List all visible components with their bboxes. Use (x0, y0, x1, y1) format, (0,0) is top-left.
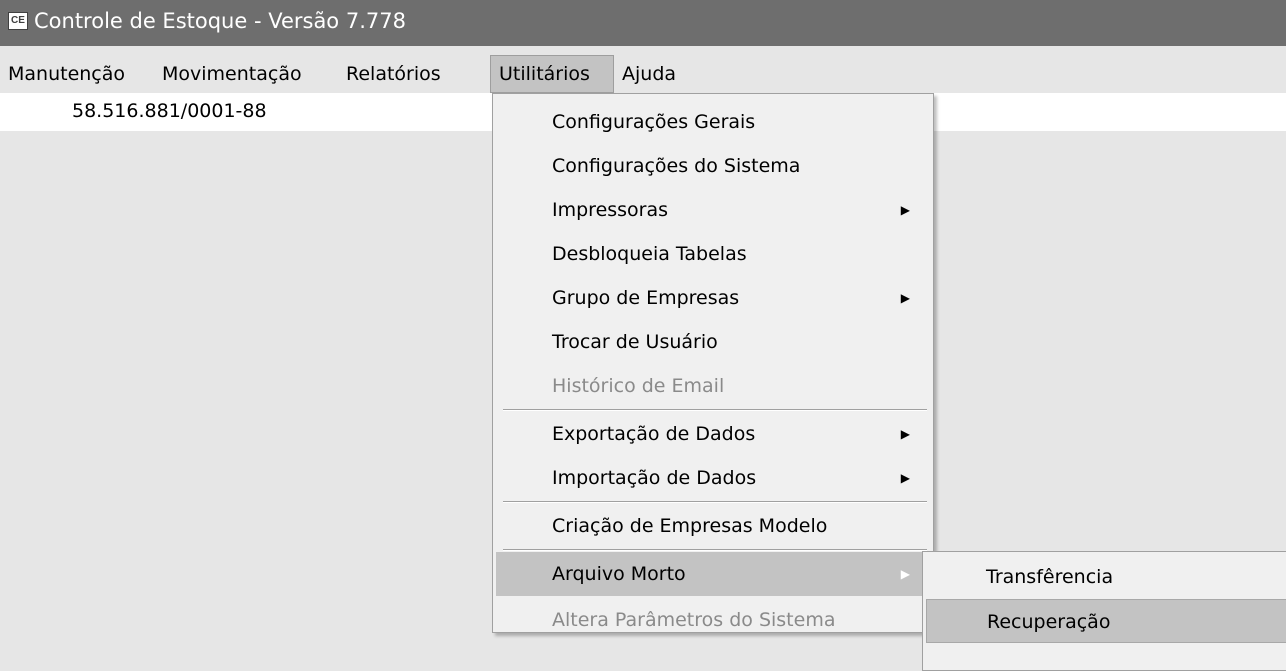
submenu-arrow-icon: ▶ (900, 471, 910, 485)
menu-item-label: Arquivo Morto (552, 563, 686, 585)
menu-movimentacao[interactable]: Movimentação (154, 55, 310, 93)
window-title: Controle de Estoque - Versão 7.778 (34, 9, 406, 33)
menu-item-desbloqueia-tabelas[interactable]: Desbloqueia Tabelas (496, 232, 930, 276)
menu-item-criacao-empresas-modelo[interactable]: Criação de Empresas Modelo (496, 504, 930, 548)
menu-item-label: Configurações Gerais (552, 111, 756, 133)
menu-utilitarios[interactable]: Utilitários (490, 55, 614, 93)
menu-manutencao[interactable]: Manutenção (0, 55, 133, 93)
submenu-arrow-icon: ▶ (900, 427, 910, 441)
menu-item-importacao-dados[interactable]: Importação de Dados ▶ (496, 456, 930, 500)
menu-item-grupo-empresas[interactable]: Grupo de Empresas ▶ (496, 276, 930, 320)
title-bar: CE Controle de Estoque - Versão 7.778 (0, 0, 1286, 46)
submenu-item-transferencia[interactable]: Transfêrencia (926, 555, 1286, 599)
menu-item-configuracoes-gerais[interactable]: Configurações Gerais (496, 100, 930, 144)
menu-item-label: Altera Parâmetros do Sistema (552, 609, 836, 631)
menu-separator (503, 501, 927, 503)
menu-bar: Manutenção Movimentação Relatórios Utili… (0, 55, 1286, 93)
submenu-item-label: Recuperação (987, 611, 1111, 633)
menu-item-label: Grupo de Empresas (552, 287, 740, 309)
menu-item-impressoras[interactable]: Impressoras ▶ (496, 188, 930, 232)
menu-separator (503, 409, 927, 411)
arquivo-morto-submenu: Transfêrencia Recuperação (922, 551, 1286, 671)
menu-item-configuracoes-sistema[interactable]: Configurações do Sistema (496, 144, 930, 188)
menu-item-trocar-usuario[interactable]: Trocar de Usuário (496, 320, 930, 364)
company-cnpj: 58.516.881/0001-88 (72, 100, 267, 122)
menu-item-label: Impressoras (552, 199, 669, 221)
submenu-arrow-icon: ▶ (900, 203, 910, 217)
menu-item-label: Configurações do Sistema (552, 155, 801, 177)
menu-relatorios[interactable]: Relatórios (338, 55, 449, 93)
menu-item-label: Histórico de Email (552, 375, 725, 397)
menu-item-label: Importação de Dados (552, 467, 757, 489)
submenu-arrow-icon: ▶ (900, 291, 910, 305)
menu-ajuda[interactable]: Ajuda (614, 55, 684, 93)
menu-item-altera-parametros: Altera Parâmetros do Sistema (496, 598, 930, 642)
menu-item-arquivo-morto[interactable]: Arquivo Morto ▶ (496, 552, 930, 596)
menu-separator (503, 549, 927, 551)
menu-item-label: Desbloqueia Tabelas (552, 243, 747, 265)
utilitarios-dropdown: Configurações Gerais Configurações do Si… (492, 93, 934, 633)
submenu-arrow-icon: ▶ (900, 567, 910, 581)
menu-item-label: Trocar de Usuário (552, 331, 718, 353)
submenu-item-label: Transfêrencia (986, 566, 1114, 588)
menu-item-label: Exportação de Dados (552, 423, 756, 445)
menu-item-exportacao-dados[interactable]: Exportação de Dados ▶ (496, 412, 930, 456)
submenu-item-recuperacao[interactable]: Recuperação (926, 599, 1286, 643)
menu-item-label: Criação de Empresas Modelo (552, 515, 828, 537)
app-icon: CE (8, 12, 28, 30)
menu-item-historico-email: Histórico de Email (496, 364, 930, 408)
